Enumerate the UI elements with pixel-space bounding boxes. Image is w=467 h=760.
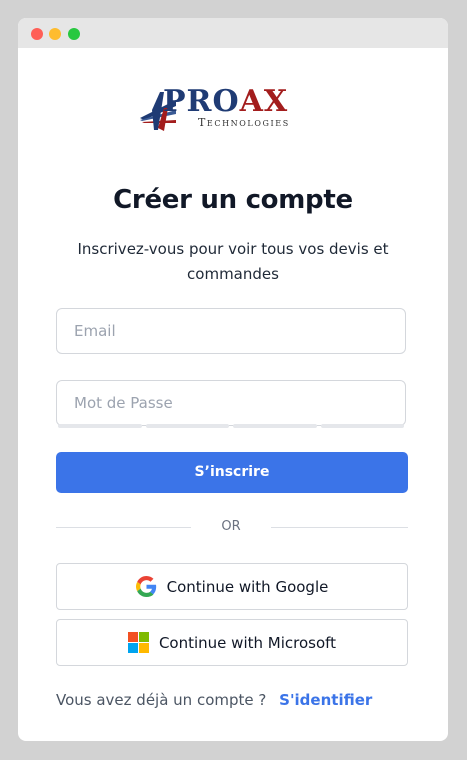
minimize-window-button[interactable] <box>49 28 61 40</box>
logo-wordmark-ax: AX <box>239 84 289 119</box>
window-titlebar <box>18 18 448 48</box>
microsoft-icon <box>127 632 149 653</box>
microsoft-signin-label: Continue with Microsoft <box>158 633 337 652</box>
proax-logo: PROAX Technologies <box>138 84 328 136</box>
page-title: Créer un compte <box>113 185 353 215</box>
logo-wordmark-pro: PRO <box>163 84 240 119</box>
divider-line-right <box>271 527 408 528</box>
strength-segment <box>58 424 142 428</box>
password-strength-meter <box>58 424 404 428</box>
password-field[interactable] <box>56 380 406 426</box>
divider-line-left <box>56 527 191 528</box>
strength-segment <box>320 424 404 428</box>
logo-subline: Technologies <box>198 116 290 129</box>
close-window-button[interactable] <box>31 28 43 40</box>
signup-button[interactable]: S’inscrire <box>56 452 408 493</box>
or-separator: OR <box>221 519 241 534</box>
google-signin-label: Continue with Google <box>166 577 329 596</box>
page-subtitle: Inscrivez-vous pour voir tous vos devis … <box>77 240 389 283</box>
email-field[interactable] <box>56 308 406 354</box>
signin-prompt: Vous avez déjà un compte ? S'identifier <box>56 691 416 709</box>
google-icon <box>135 576 156 597</box>
microsoft-signin-button[interactable]: Continue with Microsoft <box>56 619 408 666</box>
browser-window: PROAX Technologies Créer un compte Inscr… <box>18 18 448 741</box>
strength-segment <box>145 424 229 428</box>
google-signin-button[interactable]: Continue with Google <box>56 563 408 610</box>
strength-segment <box>233 424 317 428</box>
logo-wordmark: PROAX <box>163 84 288 120</box>
existing-account-question: Vous avez déjà un compte ? <box>56 691 267 709</box>
signin-link[interactable]: S'identifier <box>279 691 372 709</box>
maximize-window-button[interactable] <box>68 28 80 40</box>
